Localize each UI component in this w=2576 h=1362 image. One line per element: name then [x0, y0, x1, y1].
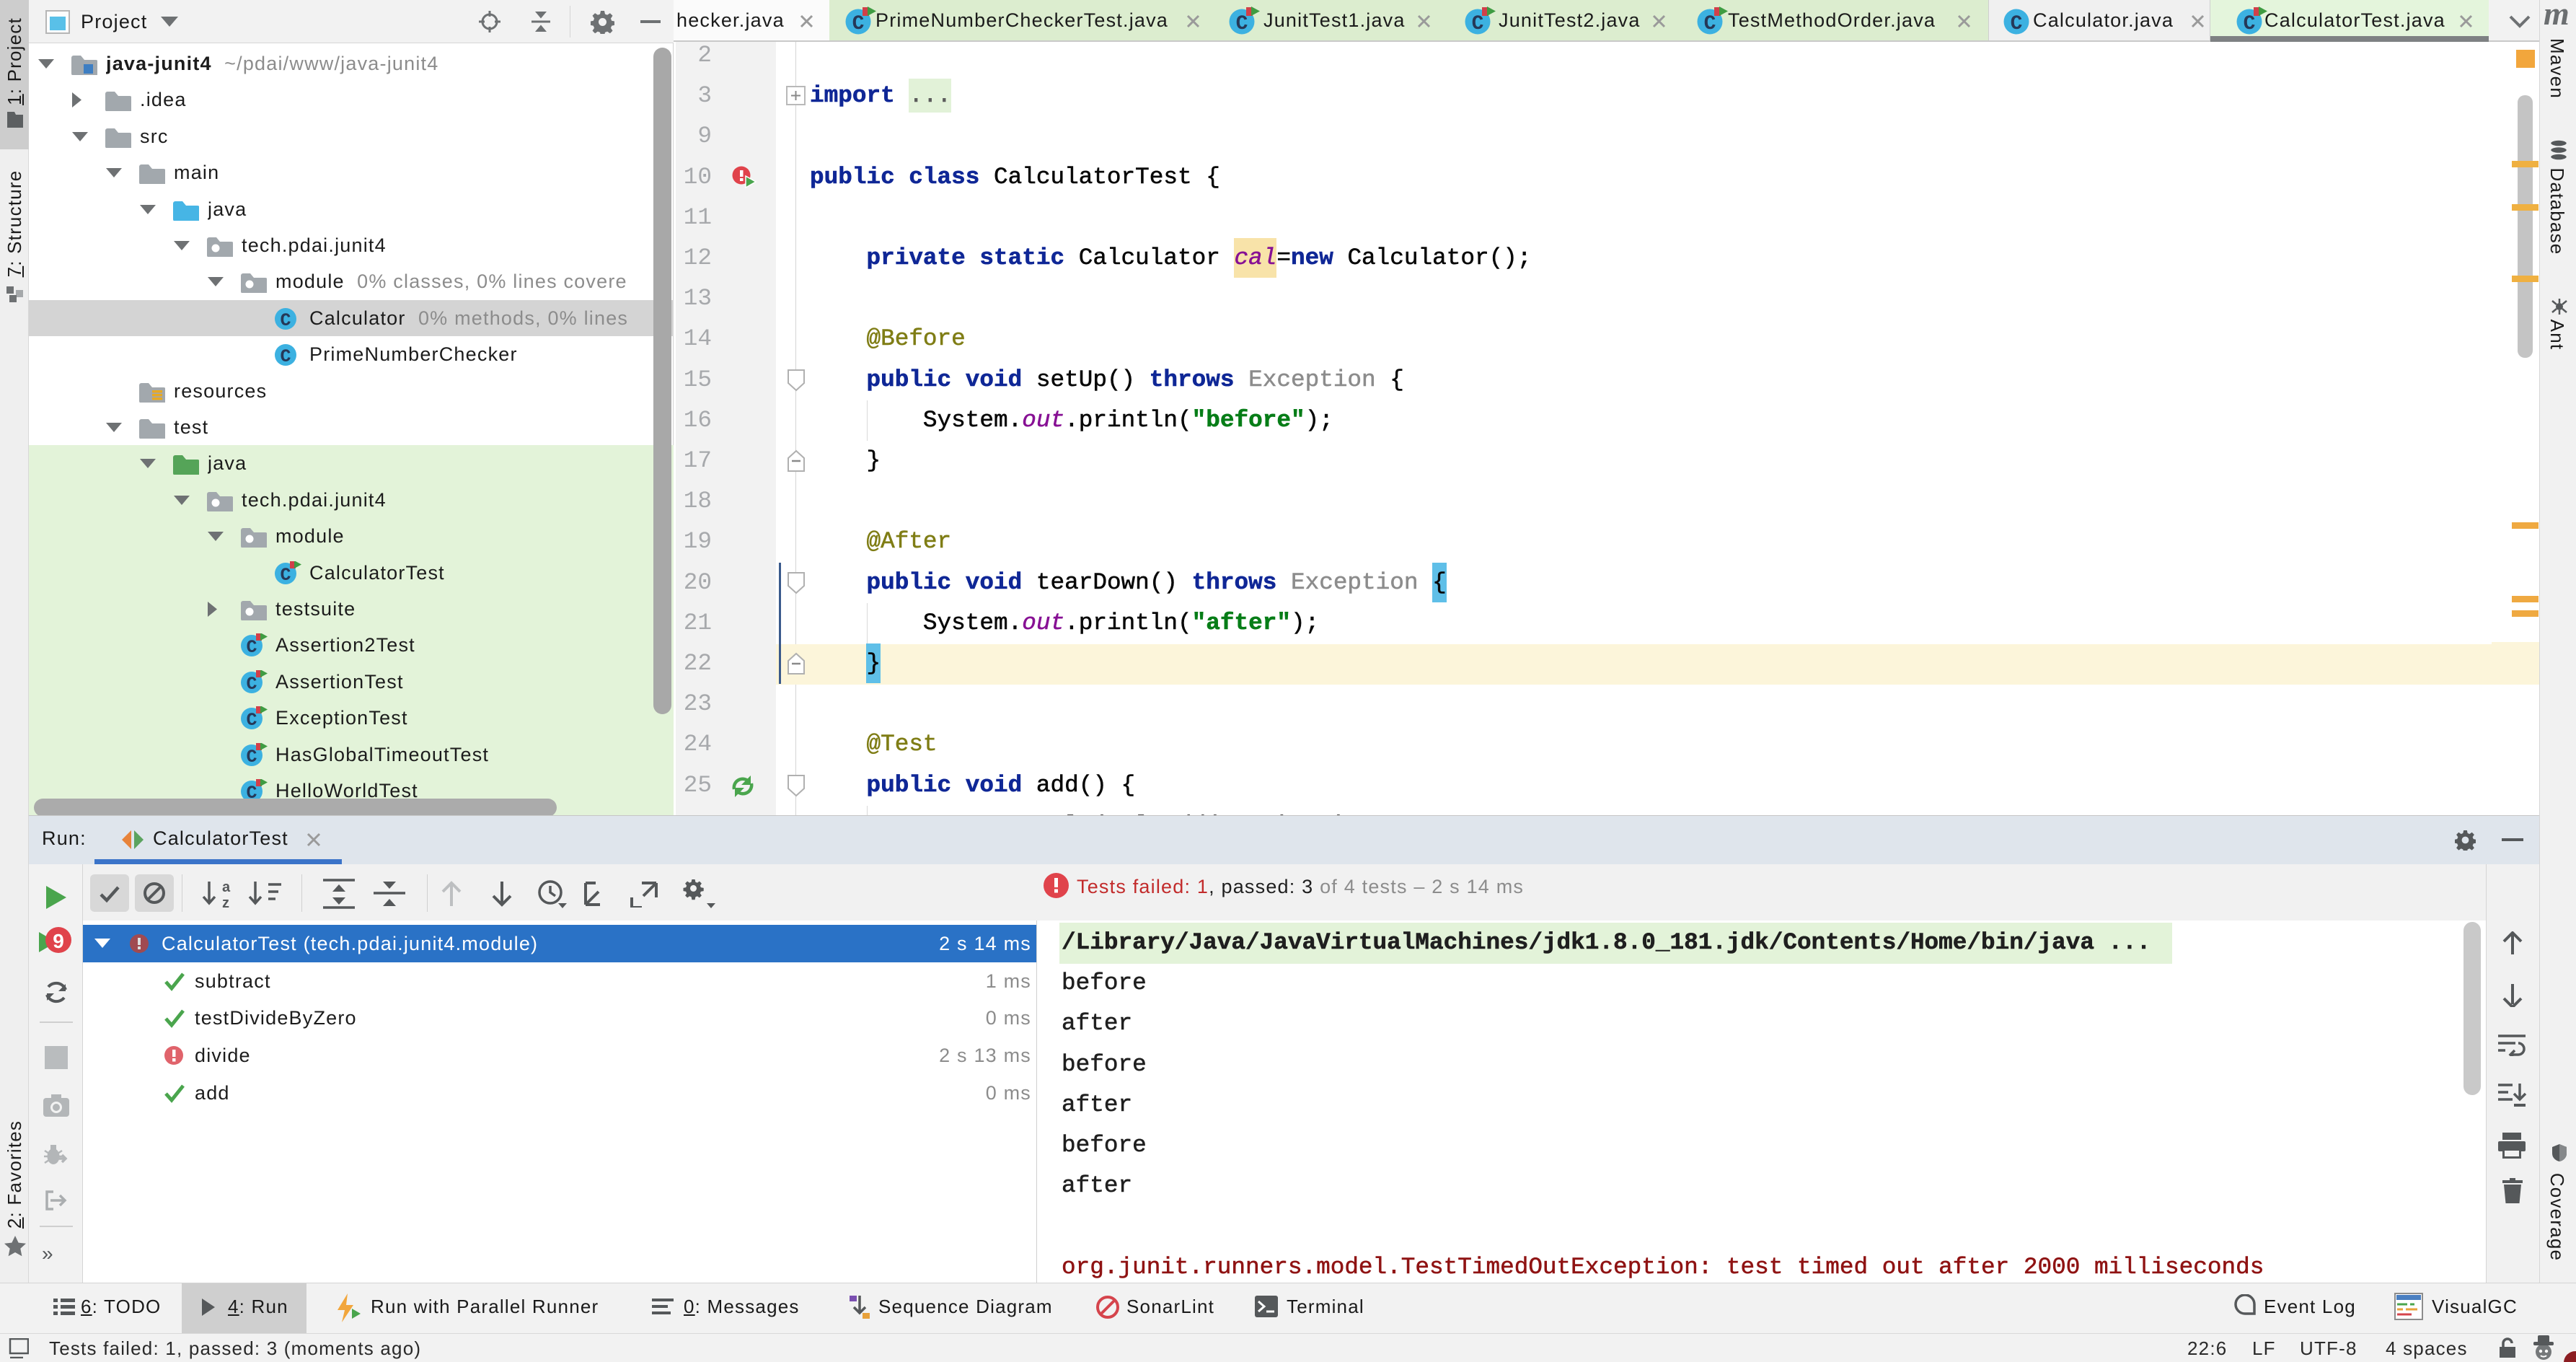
svg-text:C: C — [2011, 13, 2023, 35]
svg-text:C: C — [1704, 13, 1716, 35]
svg-text:C: C — [280, 565, 291, 586]
svg-text:C: C — [246, 637, 257, 658]
svg-text:C: C — [246, 674, 257, 695]
svg-text:C: C — [1472, 13, 1484, 35]
svg-text:C: C — [1236, 13, 1248, 35]
svg-text:z: z — [222, 895, 229, 908]
svg-text:C: C — [280, 310, 291, 331]
svg-text:a: a — [222, 880, 231, 895]
svg-text:9: 9 — [53, 930, 64, 952]
svg-text:C: C — [852, 13, 865, 35]
svg-text:C: C — [280, 346, 291, 367]
svg-text:C: C — [246, 710, 257, 731]
svg-text:C: C — [246, 747, 257, 768]
svg-text:C: C — [2244, 13, 2256, 35]
